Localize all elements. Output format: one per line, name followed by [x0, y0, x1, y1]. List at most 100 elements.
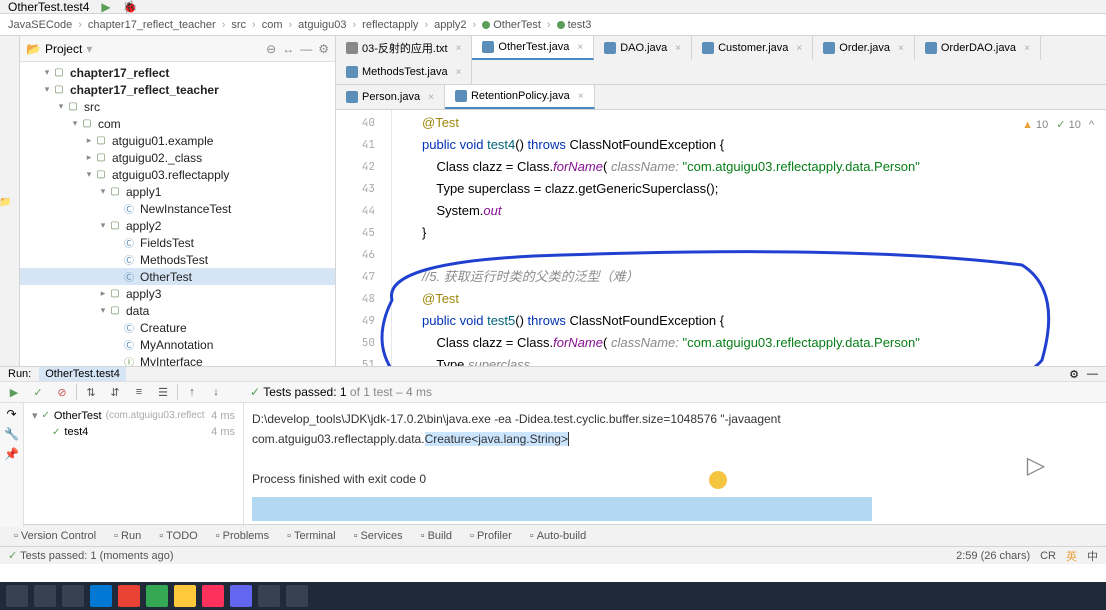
close-icon[interactable]: ×: [456, 43, 462, 54]
editor-tab[interactable]: Order.java×: [813, 36, 915, 60]
project-tree[interactable]: ▾▢chapter17_reflect▾▢chapter17_reflect_t…: [20, 62, 335, 366]
breadcrumb-item[interactable]: apply2: [434, 19, 466, 31]
status-encoding[interactable]: CR: [1040, 550, 1056, 562]
hide-icon[interactable]: —: [300, 42, 312, 56]
project-tool-icon[interactable]: 📁: [0, 197, 11, 209]
close-icon[interactable]: ×: [578, 91, 584, 102]
wrench-icon[interactable]: 🔧: [4, 427, 19, 441]
test-root[interactable]: ▾✓ OtherTest(com.atguigu03.reflect 4 ms: [28, 407, 239, 424]
editor-content[interactable]: 40 41 42 43 44 45 46 47 48 49 50 51 ▲ 10…: [336, 110, 1106, 366]
tree-node[interactable]: ⒸFieldsTest: [20, 234, 335, 251]
tree-node[interactable]: ⒸCreature: [20, 319, 335, 336]
bottom-tab[interactable]: ▫Auto-build: [524, 530, 592, 542]
editor-tab[interactable]: MethodsTest.java×: [336, 60, 472, 84]
bug-icon[interactable]: 🐞: [123, 0, 138, 14]
close-icon[interactable]: ×: [898, 43, 904, 54]
tree-node[interactable]: ⒸMyAnnotation: [20, 336, 335, 353]
down-icon[interactable]: ↓: [206, 382, 226, 402]
tree-node[interactable]: ⒸNewInstanceTest: [20, 200, 335, 217]
start-icon[interactable]: [6, 585, 28, 607]
sort2-icon[interactable]: ⇵: [105, 382, 125, 402]
run-icon[interactable]: ▶: [101, 0, 110, 14]
chrome-icon[interactable]: [118, 585, 140, 607]
tree-node[interactable]: ▸▢apply3: [20, 285, 335, 302]
breadcrumb-item[interactable]: src: [231, 19, 246, 31]
bottom-tab[interactable]: ▫Build: [415, 530, 458, 542]
run-config[interactable]: OtherTest.test4: [39, 367, 126, 381]
stop-icon[interactable]: ⊘: [52, 382, 72, 402]
status-position[interactable]: 2:59 (26 chars): [956, 550, 1030, 562]
rerun-icon[interactable]: ▶: [4, 382, 24, 402]
tree-node[interactable]: ▸▢atguigu02._class: [20, 149, 335, 166]
bottom-tab[interactable]: ▫TODO: [153, 530, 203, 542]
edge-icon[interactable]: [90, 585, 112, 607]
bottom-tab[interactable]: ▫Profiler: [464, 530, 518, 542]
editor-tab[interactable]: OrderDAO.java×: [915, 36, 1041, 60]
close-icon[interactable]: ×: [577, 42, 583, 53]
breadcrumb-item[interactable]: reflectapply: [362, 19, 418, 31]
close-icon[interactable]: ×: [675, 43, 681, 54]
bottom-tab[interactable]: ▫Version Control: [8, 530, 102, 542]
windows-taskbar[interactable]: [0, 582, 1106, 610]
intellij-icon[interactable]: [202, 585, 224, 607]
editor-tab[interactable]: Customer.java×: [692, 36, 813, 60]
close-icon[interactable]: ×: [456, 67, 462, 78]
tree-node[interactable]: ▾▢data: [20, 302, 335, 319]
app4-icon[interactable]: [286, 585, 308, 607]
tree-node[interactable]: ▾▢chapter17_reflect: [20, 64, 335, 81]
app2-icon[interactable]: [230, 585, 252, 607]
editor-tab[interactable]: OtherTest.java×: [472, 36, 594, 60]
console[interactable]: D:\develop_tools\JDK\jdk-17.0.2\bin\java…: [244, 403, 1106, 527]
hide-icon[interactable]: —: [1087, 368, 1098, 380]
editor-tab[interactable]: Person.java×: [336, 85, 445, 109]
search-icon[interactable]: [34, 585, 56, 607]
editor-inspections[interactable]: ▲ 10 ✓ 10 ^: [1022, 114, 1094, 136]
expand-icon[interactable]: ≡: [129, 382, 149, 402]
breadcrumb-item[interactable]: chapter17_reflect_teacher: [88, 19, 216, 31]
status-lang[interactable]: 中: [1087, 548, 1098, 564]
gear-icon[interactable]: ⚙: [318, 42, 329, 56]
breadcrumb-item[interactable]: atguigu03: [298, 19, 346, 31]
close-icon[interactable]: ×: [428, 92, 434, 103]
tree-node[interactable]: ⒸMethodsTest: [20, 251, 335, 268]
collapse-icon[interactable]: ☰: [153, 382, 173, 402]
check-icon[interactable]: ✓: [28, 382, 48, 402]
editor-tab[interactable]: 03-反射的应用.txt×: [336, 36, 472, 60]
editor-body[interactable]: ▲ 10 ✓ 10 ^ @Test public void test4() th…: [392, 110, 1106, 366]
breadcrumb-item[interactable]: JavaSECode: [8, 19, 72, 31]
step-icon[interactable]: ↷: [6, 407, 16, 421]
bottom-tab[interactable]: ▫Terminal: [281, 530, 341, 542]
expand-icon[interactable]: ↔: [282, 42, 294, 56]
editor-tab[interactable]: RetentionPolicy.java×: [445, 85, 595, 109]
tree-node[interactable]: ▾▢apply2: [20, 217, 335, 234]
close-icon[interactable]: ×: [1024, 43, 1030, 54]
up-icon[interactable]: ↑: [182, 382, 202, 402]
pin-icon[interactable]: 📌: [4, 447, 19, 461]
breadcrumb-item[interactable]: com: [262, 19, 283, 31]
taskview-icon[interactable]: [62, 585, 84, 607]
status-ide[interactable]: 英: [1066, 548, 1077, 564]
test-tree[interactable]: ▾✓ OtherTest(com.atguigu03.reflect 4 ms …: [24, 403, 244, 527]
app-icon[interactable]: [146, 585, 168, 607]
test-leaf[interactable]: ✓ test4 4 ms: [28, 424, 239, 440]
editor-tab[interactable]: DAO.java×: [594, 36, 692, 60]
close-icon[interactable]: ×: [796, 43, 802, 54]
collapse-icon[interactable]: ⊖: [266, 42, 276, 56]
chevron-icon[interactable]: ^: [1089, 114, 1094, 136]
tree-node[interactable]: ⒸOtherTest: [20, 268, 335, 285]
breadcrumb-item[interactable]: OtherTest: [482, 19, 541, 31]
sort-icon[interactable]: ⇅: [81, 382, 101, 402]
gear-icon[interactable]: ⚙: [1069, 368, 1079, 381]
breadcrumb-item[interactable]: test3: [557, 19, 592, 31]
bottom-tab[interactable]: ▫Services: [348, 530, 409, 542]
tree-node[interactable]: ▸▢atguigu01.example: [20, 132, 335, 149]
tree-node[interactable]: ▾▢src: [20, 98, 335, 115]
tree-node[interactable]: ⒾMyInterface: [20, 353, 335, 366]
bottom-tab[interactable]: ▫Problems: [210, 530, 275, 542]
app3-icon[interactable]: [258, 585, 280, 607]
scrollbar-track[interactable]: [252, 497, 872, 521]
tree-node[interactable]: ▾▢chapter17_reflect_teacher: [20, 81, 335, 98]
tree-node[interactable]: ▾▢apply1: [20, 183, 335, 200]
explorer-icon[interactable]: [174, 585, 196, 607]
tree-node[interactable]: ▾▢com: [20, 115, 335, 132]
